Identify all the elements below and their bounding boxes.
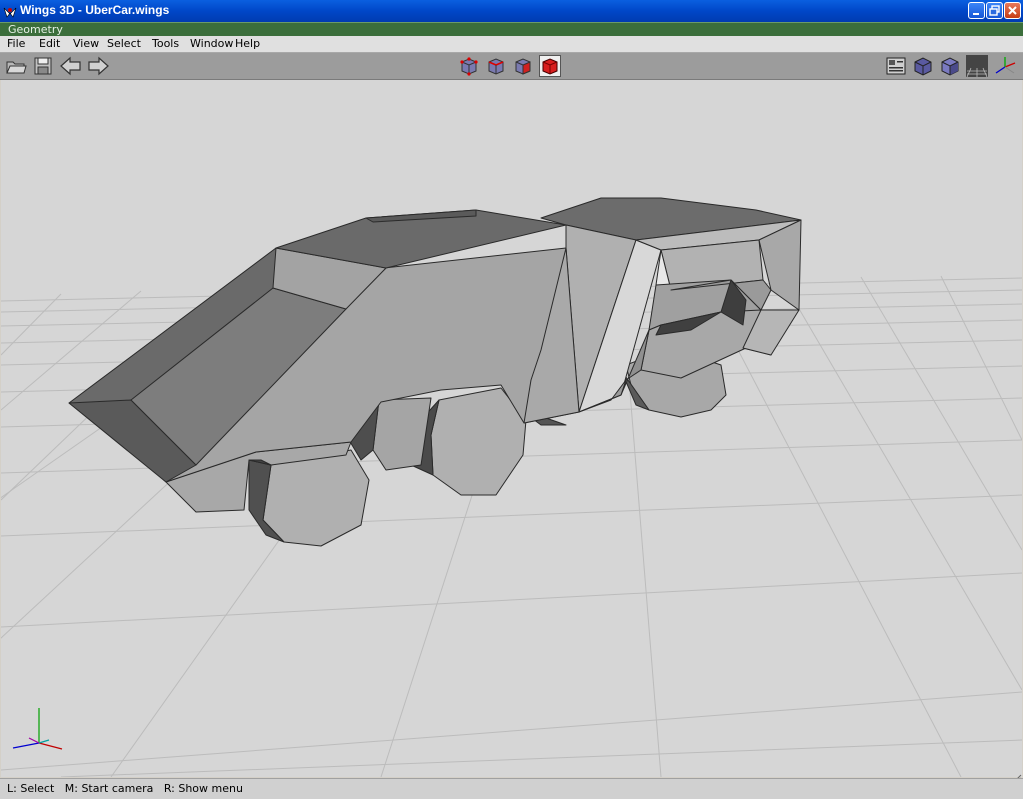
axes-icon[interactable] — [993, 55, 1016, 77]
menu-view[interactable]: View — [73, 37, 99, 50]
open-folder-icon[interactable] — [5, 55, 27, 77]
menu-select[interactable]: Select — [107, 37, 141, 50]
toolbar — [0, 53, 1023, 80]
minimize-button[interactable] — [968, 2, 985, 19]
resize-grip-icon[interactable] — [1013, 768, 1022, 783]
ground-plane-icon[interactable] — [966, 55, 988, 78]
face-mode-button[interactable] — [512, 55, 534, 77]
geometry-label: Geometry — [8, 23, 63, 36]
restore-button[interactable] — [986, 2, 1003, 19]
undo-arrow-icon[interactable] — [59, 55, 81, 77]
menu-file[interactable]: File — [7, 37, 25, 50]
close-button[interactable] — [1004, 2, 1021, 19]
flat-shading-icon[interactable] — [939, 55, 961, 77]
axis-gizmo — [12, 708, 63, 750]
menu-edit[interactable]: Edit — [39, 37, 60, 50]
title-bar: Wings 3D - UberCar.wings — [0, 0, 1023, 22]
status-text: L: Select M: Start camera R: Show menu — [7, 782, 243, 795]
ubercar-mesh — [68, 197, 802, 547]
save-icon[interactable] — [32, 55, 54, 77]
menu-window[interactable]: Window — [190, 37, 233, 50]
status-bar: L: Select M: Start camera R: Show menu — [0, 778, 1023, 799]
window-title: Wings 3D - UberCar.wings — [20, 3, 170, 17]
redo-arrow-icon[interactable] — [86, 55, 109, 77]
smooth-preview-icon[interactable] — [912, 55, 934, 77]
menu-help[interactable]: Help — [235, 37, 260, 50]
body-mode-button[interactable] — [539, 55, 561, 77]
menu-tools[interactable]: Tools — [152, 37, 179, 50]
toggle-workmode-icon[interactable] — [885, 55, 907, 77]
viewport-canvas[interactable] — [1, 80, 1022, 777]
vertex-mode-button[interactable] — [458, 55, 480, 77]
menu-bar: File Edit View Select Tools Window Help — [0, 36, 1023, 53]
edge-mode-button[interactable] — [485, 55, 507, 77]
wings-app-icon[interactable] — [3, 4, 17, 18]
3d-viewport[interactable] — [1, 80, 1022, 777]
geometry-window-bar[interactable]: Geometry — [0, 22, 1023, 37]
